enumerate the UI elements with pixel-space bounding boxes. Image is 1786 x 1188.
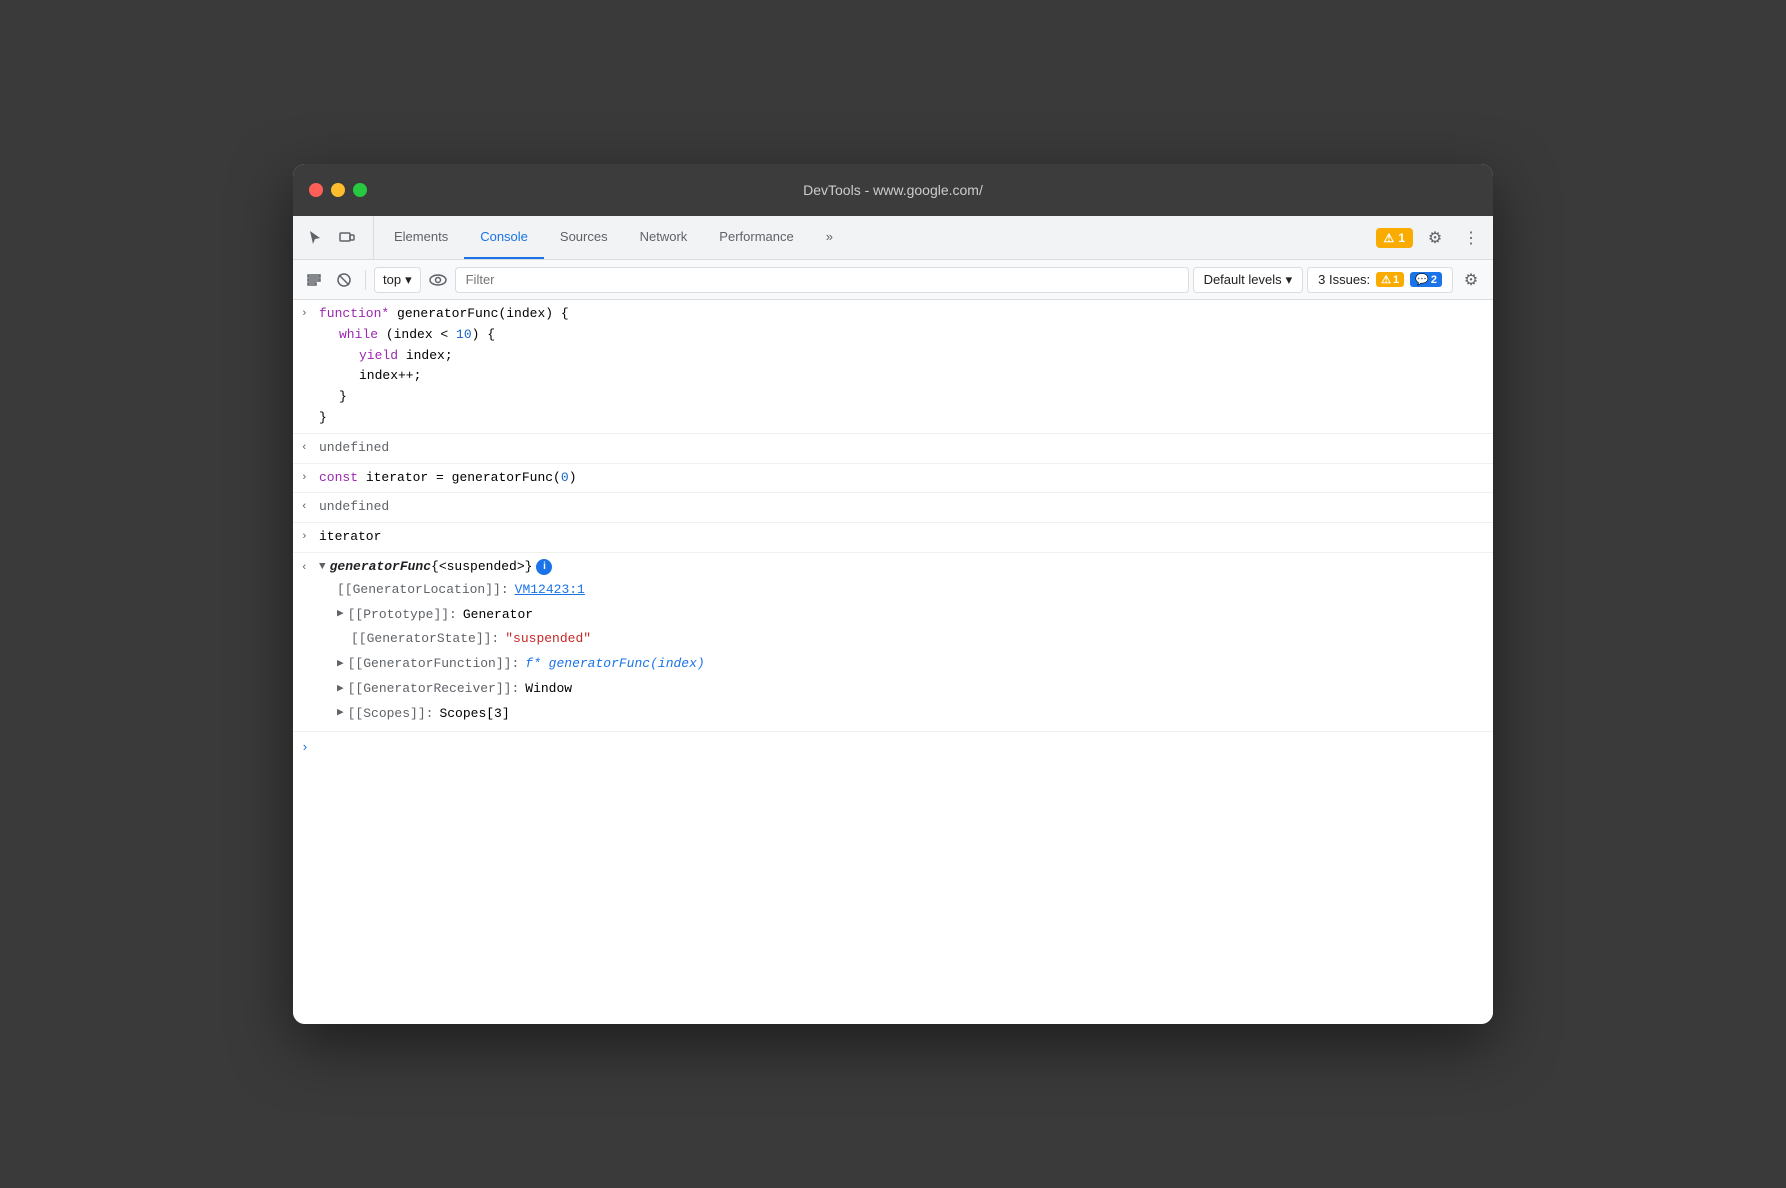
log-levels-button[interactable]: Default levels ▾ [1193,267,1304,293]
prompt-arrow-icon: › [301,738,309,759]
dropdown-arrow-icon: ▾ [405,272,412,288]
warning-badge[interactable]: ⚠ 1 [1376,228,1413,248]
generator-children: [[GeneratorLocation]]: VM12423:1 ▶ [[Pro… [301,578,705,727]
undefined-value-2: undefined [319,499,389,514]
console-entry-2: ‹ undefined [293,434,1493,464]
filter-input[interactable] [455,267,1189,293]
info-issues-count: 💬 2 [1410,272,1442,287]
title-bar: DevTools - www.google.com/ [293,164,1493,216]
tab-network[interactable]: Network [624,216,704,259]
iterator-label: iterator [319,529,381,544]
tab-elements[interactable]: Elements [378,216,464,259]
entry-arrow-1[interactable]: › [301,306,313,324]
undefined-value-1: undefined [319,440,389,455]
entry-arrow-3[interactable]: › [301,470,313,488]
generator-func-label: generatorFunc [330,557,431,578]
console-entry-6: ‹ ▼ generatorFunc {<suspended>} i [[Gene… [293,553,1493,732]
tabs-row: Elements Console Sources Network Perform… [293,216,1493,260]
levels-dropdown-icon: ▾ [1286,272,1293,288]
generator-state-row: [[GeneratorState]]: "suspended" [337,627,705,652]
info-icon[interactable]: i [536,559,552,575]
prototype-row: ▶ [[Prototype]]: Generator [337,603,705,628]
context-selector[interactable]: top ▾ [374,267,421,293]
window-title: DevTools - www.google.com/ [803,182,983,198]
cursor-icon[interactable] [301,224,329,252]
tab-more[interactable]: » [810,216,849,259]
divider [365,270,366,290]
clear-console-button[interactable] [301,267,327,293]
scopes-arrow[interactable]: ▶ [337,705,344,723]
genfunction-arrow[interactable]: ▶ [337,656,344,674]
output-arrow-4: ‹ [301,499,313,517]
live-expressions-button[interactable] [425,267,451,293]
generator-function-row: ▶ [[GeneratorFunction]]: f* generatorFun… [337,652,705,677]
tab-performance[interactable]: Performance [703,216,809,259]
minimize-button[interactable] [331,183,345,197]
maximize-button[interactable] [353,183,367,197]
console-entry-3: › const iterator = generatorFunc(0) [293,464,1493,494]
console-content: › function* generatorFunc(index) { while… [293,300,1493,1024]
tab-sources[interactable]: Sources [544,216,624,259]
devtools-window: DevTools - www.google.com/ Elements Cons… [293,164,1493,1024]
console-toolbar: top ▾ Default levels ▾ 3 Issues: ⚠ 1 💬 2 [293,260,1493,300]
traffic-lights [309,183,367,197]
output-arrow-6: ‹ [301,560,313,578]
generator-receiver-row: ▶ [[GeneratorReceiver]]: Window [337,677,705,702]
output-arrow-2: ‹ [301,440,313,458]
console-entry-4: ‹ undefined [293,493,1493,523]
tabs-right-controls: ⚠ 1 ⚙ ⋮ [1376,216,1485,259]
console-input[interactable] [317,740,1485,755]
device-icon[interactable] [333,224,361,252]
console-entry-1: › function* generatorFunc(index) { while… [293,300,1493,434]
entry-content-1: function* generatorFunc(index) { while (… [319,304,1485,429]
console-prompt: › [293,732,1493,765]
tab-icon-group [301,216,374,259]
console-settings-button[interactable]: ⚙ [1457,266,1485,294]
genreceiver-arrow[interactable]: ▶ [337,681,344,699]
collapse-arrow-6[interactable]: ▼ [319,559,326,577]
block-button[interactable] [331,267,357,293]
issues-badge[interactable]: 3 Issues: ⚠ 1 💬 2 [1307,267,1453,293]
warning-icon: ⚠ [1384,231,1395,245]
settings-button[interactable]: ⚙ [1421,224,1449,252]
entry-6-header: ‹ ▼ generatorFunc {<suspended>} i [301,557,552,578]
tab-console[interactable]: Console [464,216,544,259]
generator-location-row: [[GeneratorLocation]]: VM12423:1 [337,578,705,603]
console-entry-5: › iterator [293,523,1493,553]
more-options-button[interactable]: ⋮ [1457,224,1485,252]
warning-issues-count: ⚠ 1 [1376,272,1404,287]
scopes-row: ▶ [[Scopes]]: Scopes[3] [337,702,705,727]
prototype-arrow[interactable]: ▶ [337,606,344,624]
close-button[interactable] [309,183,323,197]
entry-arrow-5[interactable]: › [301,529,313,547]
vm-link[interactable]: VM12423:1 [515,580,585,601]
